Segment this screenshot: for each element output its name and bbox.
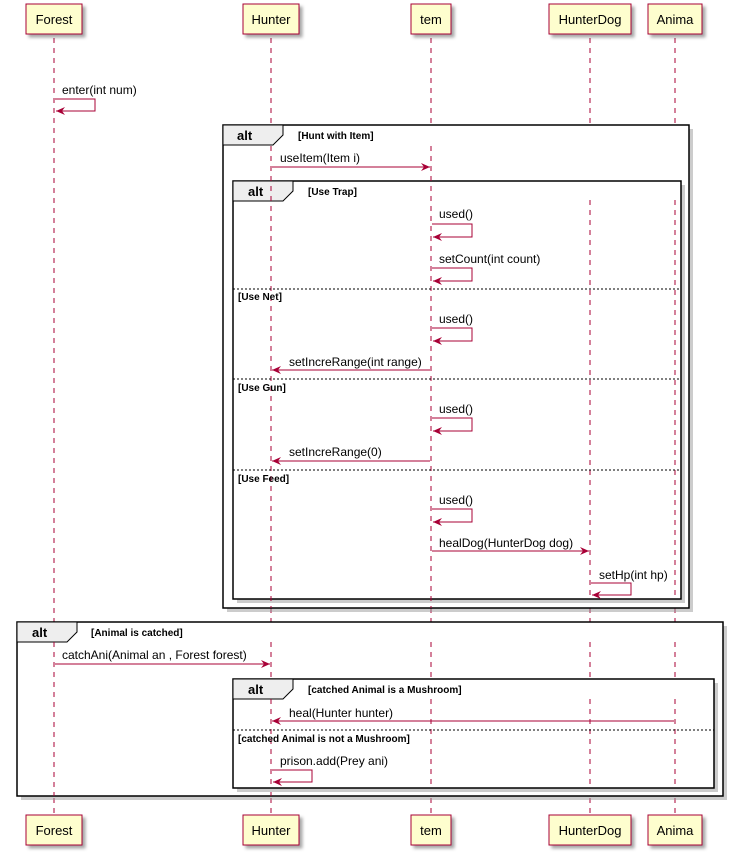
message-enter: enter(int num) [55, 83, 137, 115]
participant-animal-top[interactable]: Anima [647, 3, 703, 35]
alt-label-catch: alt [32, 625, 48, 640]
svg-text:used(): used() [439, 402, 473, 416]
participant-item-top[interactable]: tem [410, 3, 452, 35]
svg-text:useItem(Item i): useItem(Item i) [280, 151, 360, 165]
svg-text:enter(int num): enter(int num) [62, 83, 137, 97]
alt-label-hunt: alt [237, 128, 253, 143]
guard-use-gun: [Use Gun] [238, 383, 286, 394]
svg-text:setIncreRange(0): setIncreRange(0) [289, 445, 382, 459]
svg-text:used(): used() [439, 207, 473, 221]
svg-text:used(): used() [439, 312, 473, 326]
message-catchani: catchAni(Animal an , Forest forest) [55, 648, 270, 668]
svg-text:Forest: Forest [36, 823, 73, 838]
participant-animal-bottom[interactable]: Anima [647, 814, 703, 846]
guard-catch: [Animal is catched] [91, 628, 183, 639]
svg-text:tem: tem [420, 823, 442, 838]
guard-use-net: [Use Net] [238, 292, 282, 303]
participant-hunterdog-top[interactable]: HunterDog [548, 3, 632, 35]
svg-text:Anima: Anima [657, 12, 695, 27]
participant-forest-bottom[interactable]: Forest [25, 814, 83, 846]
svg-text:catchAni(Animal an , Forest fo: catchAni(Animal an , Forest forest) [62, 648, 247, 662]
participant-hunter-top[interactable]: Hunter [242, 3, 300, 35]
guard-use-trap: [Use Trap] [308, 187, 357, 198]
participant-item-bottom[interactable]: tem [410, 814, 452, 846]
message-net-setincre: setIncreRange(int range) [272, 355, 430, 374]
svg-text:healDog(HunterDog dog): healDog(HunterDog dog) [439, 536, 573, 550]
svg-text:used(): used() [439, 493, 473, 507]
svg-text:Hunter: Hunter [251, 12, 291, 27]
sequence-diagram: Forest Hunter tem HunterDog Anima enter(… [16, 3, 727, 846]
svg-text:HunterDog: HunterDog [559, 823, 622, 838]
participant-hunterdog-bottom[interactable]: HunterDog [548, 814, 632, 846]
svg-text:tem: tem [420, 12, 442, 27]
guard-use-feed: [Use Feed] [238, 474, 289, 485]
guard-not-mushroom: [catched Animal is not a Mushroom] [238, 734, 410, 745]
alt-label-item-use: alt [248, 184, 264, 199]
svg-text:setCount(int count): setCount(int count) [439, 252, 540, 266]
participant-hunter-bottom[interactable]: Hunter [242, 814, 300, 846]
svg-text:Anima: Anima [657, 823, 695, 838]
alt-label-mushroom: alt [248, 682, 264, 697]
guard-mushroom: [catched Animal is a Mushroom] [308, 685, 462, 696]
svg-text:prison.add(Prey ani): prison.add(Prey ani) [280, 754, 388, 768]
svg-text:Hunter: Hunter [251, 823, 291, 838]
svg-text:setIncreRange(int range): setIncreRange(int range) [289, 355, 422, 369]
participant-forest-top[interactable]: Forest [25, 3, 83, 35]
guard-hunt: [Hunt with Item] [298, 131, 374, 142]
message-feed-healdog: healDog(HunterDog dog) [432, 536, 589, 555]
svg-text:setHp(int hp): setHp(int hp) [599, 568, 668, 582]
svg-text:heal(Hunter hunter): heal(Hunter hunter) [289, 706, 393, 720]
svg-text:Forest: Forest [36, 12, 73, 27]
svg-text:HunterDog: HunterDog [559, 12, 622, 27]
